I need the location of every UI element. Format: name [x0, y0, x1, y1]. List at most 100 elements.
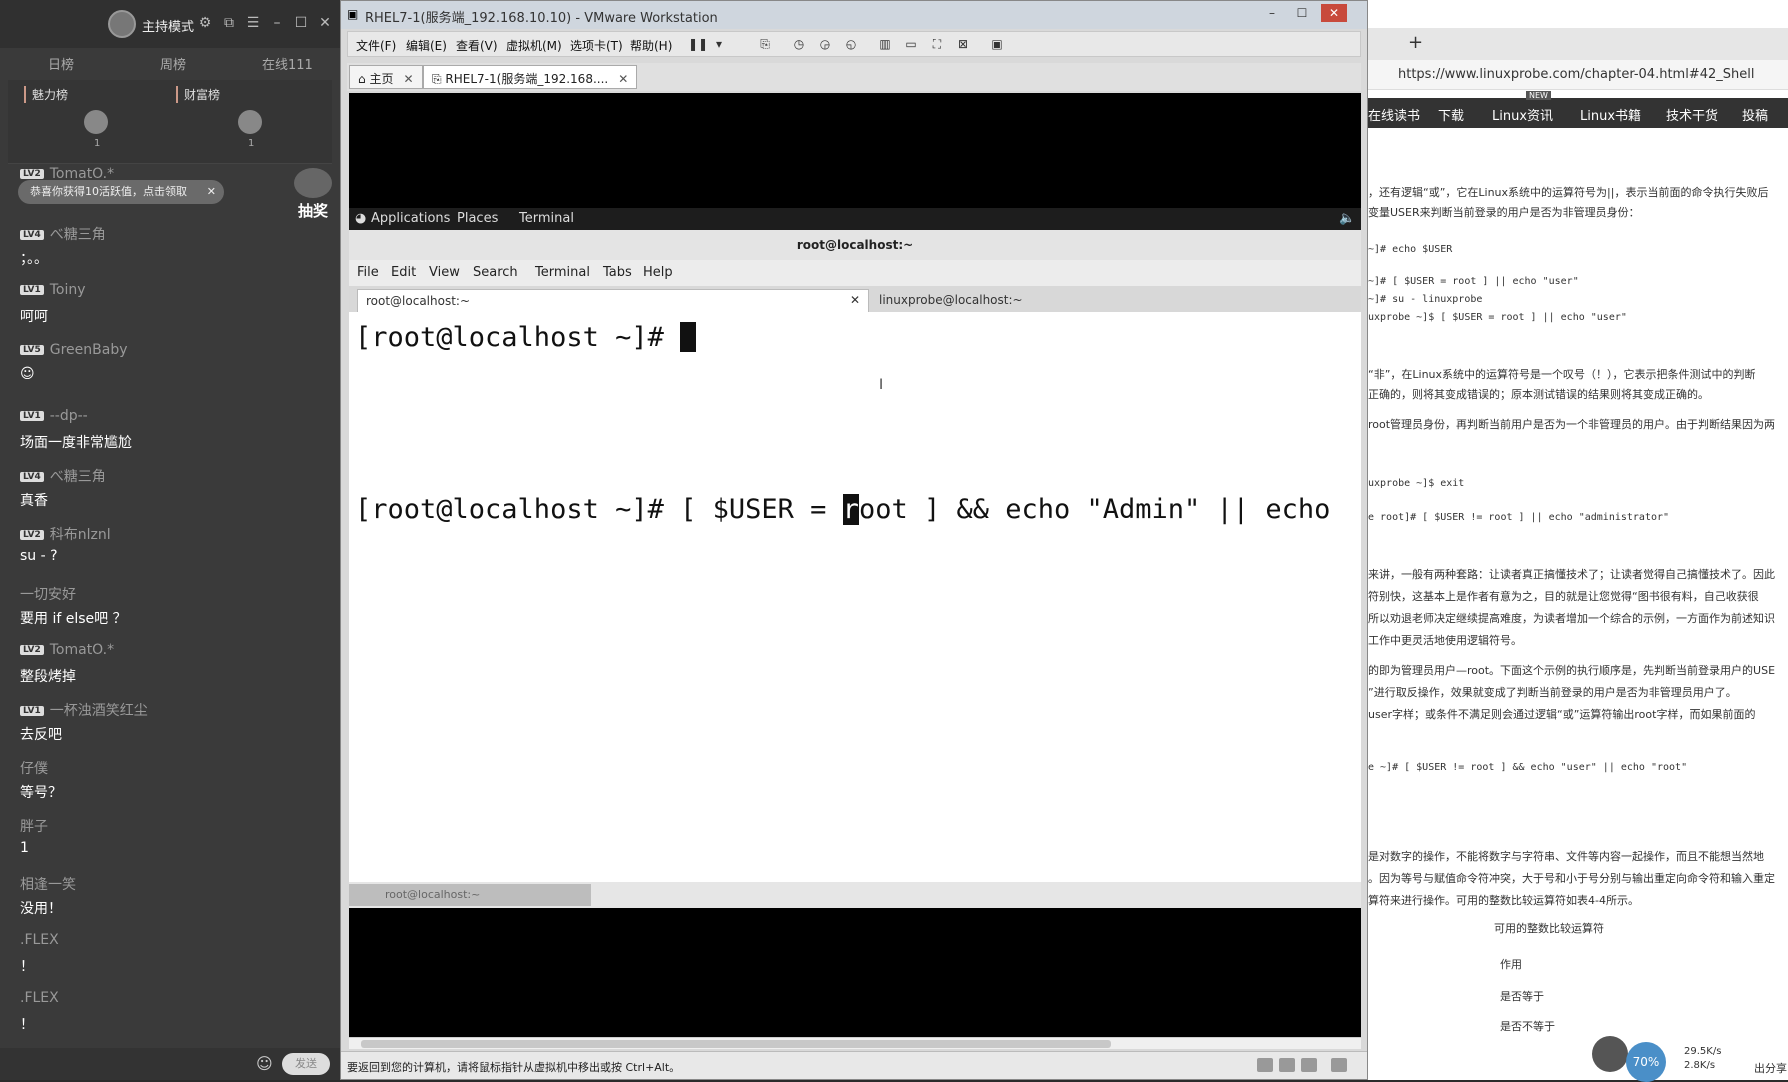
vm-screen[interactable]: ◕ Applications Places Terminal 🔈 root@lo…: [349, 93, 1361, 1049]
chat-username[interactable]: べ糖三角: [50, 227, 106, 243]
network-icon[interactable]: [1257, 1058, 1273, 1072]
console-icon[interactable]: ▭: [902, 36, 920, 52]
chat-username[interactable]: .FLEX: [20, 932, 59, 948]
maximize-icon[interactable]: ☐: [1289, 4, 1315, 22]
chat-username[interactable]: --dp--: [50, 408, 88, 424]
nav-tech[interactable]: 技术干货: [1666, 105, 1718, 124]
host-avatar[interactable]: [108, 10, 136, 38]
user-avatar[interactable]: [1592, 1036, 1628, 1072]
menu-tabs[interactable]: 选项卡(T): [570, 37, 623, 54]
chat-username[interactable]: .FLEX: [20, 990, 59, 1006]
chat-username[interactable]: 相逢一笑: [20, 877, 76, 893]
chat-username[interactable]: 科布nlznl: [50, 527, 111, 543]
reward-notice[interactable]: 恭喜你获得10活跃值，点击领取 ✕: [18, 180, 224, 204]
menu-file[interactable]: 文件(F): [356, 37, 396, 54]
terminal-menu[interactable]: Terminal: [519, 211, 574, 226]
doc-text: 。因为等号与赋值命令符冲突，大于号和小于号分别与输出重定向命令符和输入重定: [1368, 872, 1775, 885]
browser-tabbar: +: [1368, 28, 1788, 60]
tab-weekly[interactable]: 周榜: [160, 54, 186, 73]
close-icon[interactable]: ✕: [403, 72, 413, 86]
close-icon[interactable]: ✕: [850, 293, 860, 307]
tab-daily[interactable]: 日榜: [48, 54, 74, 73]
charm-rank-label[interactable]: 魅力榜: [24, 86, 68, 103]
menu-view[interactable]: 查看(V): [456, 37, 498, 54]
nav-linux-news[interactable]: Linux资讯: [1492, 105, 1553, 124]
menu-help[interactable]: 帮助(H): [630, 37, 672, 54]
snapshot-revert-icon[interactable]: ◶: [816, 36, 834, 52]
maximize-icon[interactable]: ☐: [292, 14, 310, 32]
applications-menu[interactable]: Applications: [371, 211, 450, 226]
menu-edit[interactable]: 编辑(E): [406, 37, 447, 54]
chat-username[interactable]: TomatO.*: [50, 642, 114, 658]
menu-edit[interactable]: Edit: [391, 265, 416, 280]
taskbar-terminal-item[interactable]: root@localhost:~: [349, 884, 591, 906]
address-bar[interactable]: https://www.linuxprobe.com/chapter-04.ht…: [1368, 60, 1788, 90]
chat-username[interactable]: 胖子: [20, 819, 48, 835]
terminal-tab-linuxprobe[interactable]: linuxprobe@localhost:~: [871, 289, 1031, 312]
menu-search[interactable]: Search: [473, 265, 518, 280]
rank-avatar[interactable]: [84, 110, 108, 134]
snapshot-icon[interactable]: ◷: [790, 36, 808, 52]
horizontal-scrollbar[interactable]: [349, 1037, 1361, 1049]
close-icon[interactable]: ✕: [1321, 4, 1347, 22]
pause-icon[interactable]: ❚❚: [688, 36, 708, 52]
chevron-down-icon[interactable]: ▾: [710, 36, 728, 52]
snapshot-manager-icon[interactable]: ◵: [842, 36, 860, 52]
tab-home[interactable]: ⌂ 主页 ✕: [349, 65, 423, 89]
close-icon[interactable]: ✕: [618, 72, 628, 86]
tab-vm[interactable]: ⎘ RHEL7-1(服务端_192.168.... ✕: [423, 65, 638, 89]
terminal-tab-root[interactable]: root@localhost:~ ✕: [357, 289, 869, 312]
volume-icon[interactable]: 🔈: [1339, 211, 1355, 226]
chat-username[interactable]: Toiny: [50, 282, 86, 298]
menu-vm[interactable]: 虚拟机(M): [506, 37, 562, 54]
menu-tabs[interactable]: Tabs: [603, 265, 632, 280]
unity-icon[interactable]: ⊠: [954, 36, 972, 52]
terminal-output[interactable]: [root@localhost ~]# [root@localhost ~]# …: [349, 312, 1361, 882]
level-badge: LV1: [20, 411, 44, 421]
scrollbar-thumb[interactable]: [361, 1040, 1111, 1048]
chat-message: 仔僕 等号？: [20, 758, 320, 802]
close-icon[interactable]: ✕: [316, 14, 334, 32]
nav-online-reading[interactable]: 在线读书: [1368, 105, 1420, 124]
nav-linux-books[interactable]: Linux书籍: [1580, 105, 1641, 124]
tab-online[interactable]: 在线111: [262, 54, 313, 73]
chat-username[interactable]: 仔僕: [20, 761, 48, 777]
view-icon[interactable]: ▣: [988, 36, 1006, 52]
chat-username[interactable]: GreenBaby: [50, 342, 128, 358]
settings-icon[interactable]: ⚙: [196, 14, 214, 32]
doc-text: 是对数字的操作，不能将数字与字符串、文件等内容一起操作，而且不能想当然地: [1368, 850, 1764, 863]
chat-text: 场面一度非常尴尬: [20, 435, 132, 451]
menu-file[interactable]: File: [357, 265, 379, 280]
message-icon[interactable]: [1331, 1058, 1347, 1072]
url-text[interactable]: https://www.linuxprobe.com/chapter-04.ht…: [1398, 67, 1754, 82]
wealth-rank-label[interactable]: 财富榜: [176, 86, 220, 103]
vmware-titlebar[interactable]: ▣ RHEL7-1(服务端_192.168.10.10) - VMware Wo…: [341, 1, 1367, 29]
rank-avatar[interactable]: [238, 110, 262, 134]
places-menu[interactable]: Places: [457, 211, 498, 226]
popout-icon[interactable]: ⧉: [220, 14, 238, 32]
lottery-button[interactable]: 抽奖: [292, 168, 334, 220]
emoji-icon[interactable]: ☺: [256, 1054, 273, 1073]
menu-terminal[interactable]: Terminal: [535, 265, 590, 280]
minimize-icon[interactable]: –: [268, 14, 286, 32]
terminal-title[interactable]: root@localhost:~: [349, 230, 1361, 260]
sidebar-icon[interactable]: ▥: [876, 36, 894, 52]
nav-submit[interactable]: 投稿: [1742, 105, 1768, 124]
chat-username[interactable]: 一杯浊酒笑红尘: [50, 703, 148, 719]
share-button[interactable]: 出分享: [1754, 1060, 1787, 1076]
close-icon[interactable]: ✕: [207, 180, 216, 204]
usb-icon[interactable]: [1279, 1058, 1295, 1072]
menu-icon[interactable]: ☰: [244, 14, 262, 32]
chat-username[interactable]: 一切安好: [20, 587, 76, 603]
nav-download[interactable]: 下载: [1438, 105, 1464, 124]
new-tab-icon[interactable]: +: [1408, 32, 1423, 53]
chat-username[interactable]: べ糖三角: [50, 469, 106, 485]
send-keys-icon[interactable]: ⎘: [756, 36, 774, 52]
menu-view[interactable]: View: [429, 265, 460, 280]
minimize-icon[interactable]: –: [1259, 4, 1285, 22]
send-button[interactable]: 发送: [282, 1053, 330, 1075]
cpu-usage-badge[interactable]: 70%: [1626, 1042, 1666, 1082]
sound-icon[interactable]: [1301, 1058, 1317, 1072]
menu-help[interactable]: Help: [643, 265, 673, 280]
fullscreen-icon[interactable]: ⛶: [928, 36, 946, 52]
